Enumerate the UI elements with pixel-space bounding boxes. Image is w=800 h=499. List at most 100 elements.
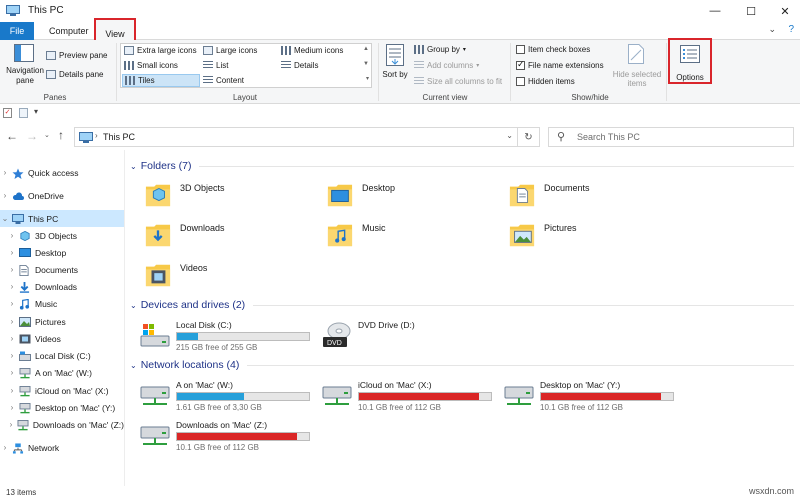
preview-pane-button[interactable]: Preview pane bbox=[46, 51, 107, 60]
folder-tile[interactable]: Music bbox=[326, 220, 496, 256]
drive-tile[interactable]: Desktop on 'Mac' (Y:) 10.1 GB free of 112… bbox=[504, 378, 684, 414]
gallery-scroll-up-icon[interactable]: ▲ bbox=[363, 46, 369, 52]
chevron-right-icon[interactable]: › bbox=[7, 299, 17, 308]
chevron-right-icon[interactable]: › bbox=[7, 248, 17, 257]
chevron-down-icon[interactable]: ⌄ bbox=[768, 24, 776, 35]
size-columns-button[interactable]: Size all columns to fit bbox=[414, 77, 502, 86]
forward-arrow-icon[interactable]: → bbox=[26, 129, 38, 143]
tab-file[interactable]: File bbox=[0, 22, 34, 40]
chevron-right-icon[interactable]: › bbox=[7, 351, 17, 360]
chevron-right-icon[interactable]: › bbox=[7, 403, 17, 412]
add-columns-button[interactable]: Add columns ▾ bbox=[414, 61, 479, 70]
chevron-right-icon[interactable]: › bbox=[7, 265, 17, 274]
drive-tile[interactable]: Downloads on 'Mac' (Z:) 10.1 GB free of 1… bbox=[140, 418, 320, 454]
chevron-right-icon[interactable]: › bbox=[0, 168, 10, 177]
details-pane-button[interactable]: Details pane bbox=[46, 70, 103, 79]
list-option[interactable]: List bbox=[203, 61, 228, 70]
devices-group-header[interactable]: ⌄ Devices and drives (2) bbox=[130, 299, 794, 311]
chevron-right-icon[interactable]: › bbox=[7, 231, 17, 240]
address-bar[interactable]: › This PC ⌄ bbox=[74, 127, 518, 147]
nav-item[interactable]: › Desktop bbox=[0, 244, 124, 261]
chevron-down-icon: ⌄ bbox=[130, 300, 137, 310]
small-icons-option[interactable]: Small icons bbox=[124, 61, 178, 70]
chevron-right-icon[interactable]: › bbox=[7, 420, 15, 429]
up-arrow-icon[interactable]: ↑ bbox=[58, 128, 64, 142]
address-dropdown-icon[interactable]: ⌄ bbox=[506, 131, 513, 140]
nav-item[interactable]: › iCloud on 'Mac' (X:) bbox=[0, 382, 124, 399]
search-box[interactable]: ⚲ Search This PC bbox=[548, 127, 794, 147]
chevron-right-icon[interactable]: › bbox=[7, 386, 17, 395]
chevron-right-icon[interactable]: › bbox=[0, 443, 10, 452]
drive-tile[interactable]: Local Disk (C:) 215 GB free of 255 GB bbox=[140, 318, 320, 354]
folder-tile[interactable]: 3D Objects bbox=[144, 180, 314, 216]
group-by-icon bbox=[414, 45, 424, 54]
large-icons-option[interactable]: Large icons bbox=[203, 46, 257, 55]
nav-item[interactable]: › Network bbox=[0, 439, 124, 456]
gallery-expand-icon[interactable]: ▾ bbox=[366, 75, 369, 82]
customize-toolbar-icon[interactable]: ▾ bbox=[34, 107, 38, 116]
drive-tile[interactable]: A on 'Mac' (W:) 1.61 GB free of 3,30 GB bbox=[140, 378, 320, 414]
hidden-items-label: Hidden items bbox=[528, 77, 575, 86]
nav-item[interactable]: › Videos bbox=[0, 330, 124, 347]
recent-locations-icon[interactable]: ⌄ bbox=[44, 131, 50, 139]
nav-item[interactable]: › Local Disk (C:) bbox=[0, 347, 124, 364]
nav-item[interactable]: › OneDrive bbox=[0, 187, 124, 204]
hide-selected-items-button[interactable]: Hide selected items bbox=[610, 44, 664, 90]
nav-item[interactable]: › Desktop on 'Mac' (Y:) bbox=[0, 399, 124, 416]
folder-tile[interactable]: Pictures bbox=[508, 220, 678, 256]
sort-by-button[interactable]: Sort by bbox=[382, 44, 408, 90]
layout-gallery: Extra large icons Large icons Medium ico… bbox=[120, 43, 372, 88]
show-hide-group-label: Show/hide bbox=[571, 93, 609, 102]
network-group-header[interactable]: ⌄ Network locations (4) bbox=[130, 359, 794, 371]
chevron-right-icon[interactable]: › bbox=[7, 317, 17, 326]
breadcrumb-this-pc[interactable]: This PC bbox=[103, 132, 135, 142]
chevron-right-icon[interactable]: › bbox=[7, 368, 17, 377]
search-input[interactable]: Search This PC bbox=[577, 132, 640, 142]
folder-tile[interactable]: Videos bbox=[144, 260, 314, 296]
tab-computer[interactable]: Computer bbox=[40, 22, 98, 40]
file-name-extensions-checkbox[interactable] bbox=[516, 59, 525, 70]
tiles-option[interactable]: Tiles bbox=[122, 74, 200, 87]
nav-item[interactable]: › A on 'Mac' (W:) bbox=[0, 364, 124, 381]
nav-item[interactable]: › Downloads bbox=[0, 278, 124, 295]
navigation-pane-button[interactable]: Navigation pane bbox=[6, 44, 44, 90]
nav-item[interactable]: › 3D Objects bbox=[0, 227, 124, 244]
item-check-boxes-toggle[interactable]: Item check boxes bbox=[516, 45, 590, 54]
nav-item[interactable]: › Quick access bbox=[0, 164, 124, 181]
nav-item[interactable]: ⌄ This PC bbox=[0, 210, 124, 227]
back-arrow-icon[interactable]: ← bbox=[6, 129, 18, 143]
minimize-button[interactable]: — bbox=[698, 0, 732, 22]
details-option[interactable]: Details bbox=[281, 61, 318, 70]
help-icon[interactable]: ? bbox=[788, 24, 794, 35]
extra-large-icons-option[interactable]: Extra large icons bbox=[124, 46, 197, 55]
folder-tile[interactable]: Downloads bbox=[144, 220, 314, 256]
folder-tile[interactable]: Documents bbox=[508, 180, 678, 216]
chevron-right-icon[interactable]: › bbox=[7, 334, 17, 343]
hidden-items-checkbox[interactable] bbox=[516, 77, 525, 86]
maximize-button[interactable]: ☐ bbox=[734, 0, 768, 22]
chevron-right-icon[interactable]: › bbox=[0, 191, 10, 200]
drive-tile[interactable]: iCloud on 'Mac' (X:) 10.1 GB free of 112 … bbox=[322, 378, 502, 414]
nav-item[interactable]: › Pictures bbox=[0, 313, 124, 330]
gallery-scroll-down-icon[interactable]: ▼ bbox=[363, 61, 369, 67]
drive-tile[interactable]: DVD DVD Drive (D:) bbox=[322, 318, 502, 354]
new-folder-icon[interactable] bbox=[19, 108, 28, 118]
properties-icon[interactable]: ✓ bbox=[3, 108, 12, 118]
nav-item[interactable]: › Music bbox=[0, 295, 124, 312]
nav-item-label: This PC bbox=[28, 213, 59, 224]
nav-item[interactable]: › Documents bbox=[0, 261, 124, 278]
file-name-extensions-toggle[interactable]: File name extensions bbox=[516, 59, 604, 70]
chevron-right-icon[interactable]: › bbox=[7, 282, 17, 291]
refresh-button[interactable]: ↻ bbox=[518, 127, 540, 147]
folders-group-header[interactable]: ⌄ Folders (7) bbox=[130, 160, 794, 172]
group-by-button[interactable]: Group by ▾ bbox=[414, 45, 466, 54]
nav-item[interactable]: › Downloads on 'Mac' (Z:) bbox=[0, 416, 124, 433]
folder-tile[interactable]: Desktop bbox=[326, 180, 496, 216]
hidden-items-toggle[interactable]: Hidden items bbox=[516, 77, 575, 86]
close-button[interactable]: ✕ bbox=[768, 0, 800, 22]
item-check-boxes-checkbox[interactable] bbox=[516, 45, 525, 54]
pane-divider[interactable] bbox=[124, 150, 125, 486]
medium-icons-option[interactable]: Medium icons bbox=[281, 46, 343, 55]
chevron-down-icon[interactable]: ⌄ bbox=[0, 214, 10, 223]
content-option[interactable]: Content bbox=[203, 76, 244, 85]
